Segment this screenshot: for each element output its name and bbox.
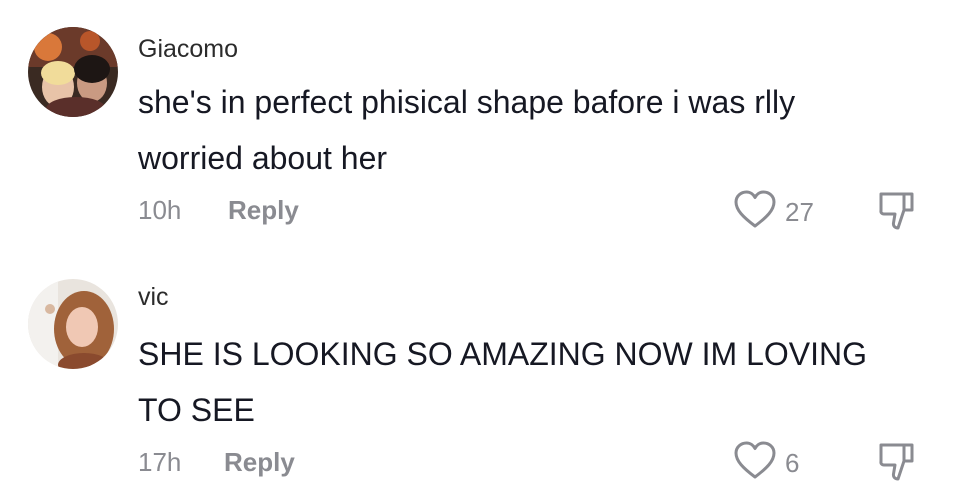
comment-text: SHE IS LOOKING SO AMAZING NOW IM LOVING … xyxy=(138,336,867,428)
dislike-button[interactable] xyxy=(878,441,916,488)
heart-outline-icon xyxy=(733,441,777,486)
thumbs-down-outline-icon xyxy=(878,443,916,487)
avatar[interactable] xyxy=(28,279,118,369)
avatar-image xyxy=(28,27,118,117)
dislike-button[interactable] xyxy=(878,190,916,237)
heart-outline-icon xyxy=(733,190,777,235)
like-button[interactable]: 6 xyxy=(733,441,799,486)
comment-username[interactable]: Giacomo xyxy=(138,35,238,64)
like-count: 6 xyxy=(785,448,800,478)
like-count: 27 xyxy=(785,197,814,227)
comment-text: she's in perfect phisical shape bafore i… xyxy=(138,84,796,176)
like-button[interactable]: 27 xyxy=(733,190,814,235)
comment-username[interactable]: vic xyxy=(138,283,169,312)
reply-button[interactable]: Reply xyxy=(224,447,295,478)
reply-button[interactable]: Reply xyxy=(228,195,299,226)
comment-item: Giacomo she's in perfect phisical shape … xyxy=(0,0,960,245)
thumbs-down-outline-icon xyxy=(878,192,916,236)
avatar[interactable] xyxy=(28,27,118,117)
comment-time: 10h xyxy=(138,195,182,225)
avatar-image xyxy=(28,279,118,369)
comment-item: vic SHE IS LOOKING SO AMAZING NOW IM LOV… xyxy=(0,245,960,487)
comment-time: 17h xyxy=(138,447,182,477)
